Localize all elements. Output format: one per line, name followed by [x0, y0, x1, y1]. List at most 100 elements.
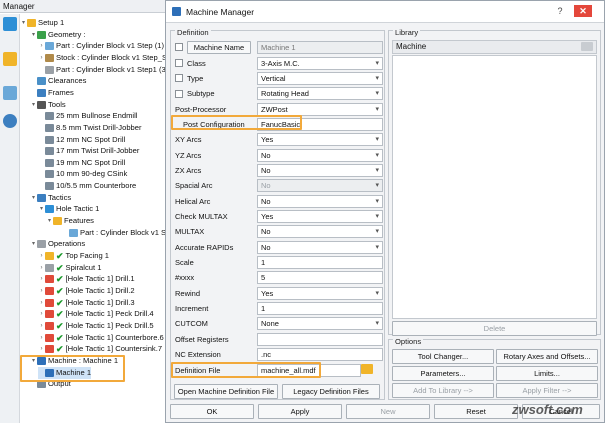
field-dropdown[interactable]: Vertical [257, 71, 383, 85]
tree-item[interactable]: ▾ Operations [30, 238, 85, 250]
field-input[interactable]: 5 [257, 271, 383, 285]
library-list[interactable] [392, 55, 597, 319]
tree-item[interactable]: Part : Cylinder Block v1 Step [62, 227, 177, 239]
expand-icon[interactable]: ▾ [30, 238, 37, 250]
machine-name-field[interactable]: Machine 1 [257, 40, 383, 54]
parameters-button[interactable]: Parameters... [392, 366, 494, 381]
collapse-icon[interactable]: › [38, 308, 45, 320]
image-tab-icon[interactable] [3, 86, 17, 100]
apply-button[interactable]: Apply [258, 404, 342, 419]
collapse-icon[interactable]: › [38, 332, 45, 344]
field-input[interactable]: 1 [257, 256, 383, 270]
expand-icon[interactable]: ▾ [38, 203, 45, 215]
tree-item-icon [37, 193, 46, 202]
collapse-icon[interactable]: › [38, 40, 45, 52]
collapse-icon[interactable]: › [38, 250, 45, 262]
field-dropdown[interactable]: No [257, 194, 383, 208]
field-dropdown[interactable]: No [257, 179, 383, 193]
collapse-icon[interactable]: › [38, 343, 45, 355]
tree-item[interactable]: ▾ Tactics [30, 192, 71, 204]
rotary-axes-button[interactable]: Rotary Axes and Offsets... [496, 349, 598, 364]
user-tab-icon[interactable] [3, 114, 17, 128]
expand-icon[interactable]: ▾ [46, 215, 53, 227]
machine-name-checkbox[interactable] [175, 43, 183, 51]
limits-button[interactable]: Limits... [496, 366, 598, 381]
tree-item[interactable]: 17 mm Twist Drill-Jobber [38, 145, 139, 157]
tree-item-label: 10/5.5 mm Counterbore [56, 181, 137, 191]
tree-item[interactable]: ▾ Features [46, 215, 94, 227]
folder-icon[interactable] [361, 364, 373, 374]
tree-item[interactable]: › ✔ [Hole Tactic 1] Peck Drill.5 [38, 320, 154, 332]
tree-item[interactable]: › ✔ [Hole Tactic 1] Counterbore.6 [38, 332, 164, 344]
expand-icon[interactable]: ▾ [30, 192, 37, 204]
close-icon[interactable]: ✕ [574, 5, 592, 17]
field-dropdown[interactable]: No [257, 148, 383, 162]
manager-tab-icon[interactable] [3, 17, 17, 31]
tree-item[interactable]: › ✔ Top Facing 1 [38, 250, 110, 262]
collapse-icon[interactable]: › [38, 52, 45, 64]
expand-icon[interactable]: ▾ [20, 17, 27, 29]
tree-item[interactable]: › ✔ [Hole Tactic 1] Countersink.7 [38, 343, 163, 355]
legacy-definition-files-button[interactable]: Legacy Definition Files [282, 384, 380, 399]
field-dropdown[interactable]: Yes [257, 133, 383, 147]
tree-item[interactable]: ▾ Tools [30, 99, 66, 111]
field-checkbox[interactable] [175, 59, 183, 67]
tree-item[interactable]: ▾ Geometry : [30, 29, 86, 41]
tree-item-icon [45, 53, 54, 62]
machine-name-button[interactable]: Machine Name [187, 40, 251, 54]
field-dropdown[interactable]: Yes [257, 286, 383, 300]
tree-item[interactable]: 10 mm 90-deg CSink [38, 168, 127, 180]
tree-item[interactable]: › ✔ [Hole Tactic 1] Drill.3 [38, 297, 135, 309]
field-dropdown[interactable]: Yes [257, 210, 383, 223]
tree-item[interactable]: › ✔ [Hole Tactic 1] Drill.2 [38, 285, 135, 297]
add-to-library-button[interactable]: Add To Library --> [392, 383, 494, 398]
collapse-icon[interactable]: › [38, 285, 45, 297]
field-dropdown[interactable]: None [257, 317, 383, 331]
library-action-icon[interactable] [581, 42, 593, 51]
expand-icon[interactable]: ▾ [30, 29, 37, 41]
field-dropdown[interactable]: No [257, 163, 383, 177]
field-dropdown[interactable]: Rotating Head [257, 87, 383, 101]
tree-item[interactable]: › ✔ [Hole Tactic 1] Drill.1 [38, 273, 135, 285]
tree-item[interactable]: › ✔ [Hole Tactic 1] Peck Drill.4 [38, 308, 154, 320]
field-dropdown[interactable]: 3-Axis M.C. [257, 56, 383, 70]
field-input[interactable]: .nc [257, 348, 383, 362]
tree-item[interactable]: Frames [30, 87, 74, 99]
collapse-icon[interactable]: › [38, 273, 45, 285]
field-dropdown[interactable]: ZWPost [257, 102, 383, 116]
tree-item[interactable]: › Stock : Cylinder Block v1 Step_St [38, 52, 169, 64]
tree-item[interactable]: › Part : Cylinder Block v1 Step (1) [38, 40, 164, 52]
collapse-icon[interactable]: › [38, 320, 45, 332]
ok-button[interactable]: OK [170, 404, 254, 419]
tree-item[interactable]: 19 mm NC Spot Drill [38, 157, 125, 169]
tree-item[interactable]: 10/5.5 mm Counterbore [38, 180, 136, 192]
field-dropdown[interactable]: No [257, 240, 383, 254]
field-checkbox[interactable] [175, 74, 183, 83]
field-checkbox[interactable] [175, 89, 183, 98]
tree-item[interactable]: › ✔ Spiralcut 1 [38, 262, 102, 274]
feature-tab-icon[interactable] [3, 52, 17, 66]
tree-item-label: Hole Tactic 1 [56, 204, 100, 214]
tree-item[interactable]: ▾ Setup 1 [20, 17, 64, 29]
tree-item[interactable]: 12 mm NC Spot Drill [38, 134, 125, 146]
collapse-icon[interactable]: › [38, 262, 45, 274]
tree-item[interactable]: ▾ Hole Tactic 1 [38, 203, 99, 215]
apply-filter-button[interactable]: Apply Filter --> [496, 383, 598, 398]
reset-button[interactable]: Reset [434, 404, 518, 419]
tool-changer-button[interactable]: Tool Changer... [392, 349, 494, 364]
open-definition-file-button[interactable]: Open Machine Definition File [174, 384, 278, 399]
manager-title: Manager [0, 0, 166, 13]
tree-item[interactable]: Part : Cylinder Block v1 Step1 (3) [38, 64, 168, 76]
tree-item[interactable]: 25 mm Bullnose Endmill [38, 110, 137, 122]
help-icon[interactable]: ? [554, 5, 566, 17]
collapse-icon[interactable]: › [38, 297, 45, 309]
tree-item-icon [45, 135, 54, 144]
tree-item[interactable]: 8.5 mm Twist Drill-Jobber [38, 122, 142, 134]
new-button[interactable]: New [346, 404, 430, 419]
field-dropdown[interactable]: No [257, 225, 383, 239]
tree-item[interactable]: Clearances [30, 75, 86, 87]
field-input[interactable] [257, 332, 383, 346]
delete-button[interactable]: Delete [392, 321, 597, 336]
field-input[interactable]: 1 [257, 302, 383, 316]
expand-icon[interactable]: ▾ [30, 99, 37, 111]
